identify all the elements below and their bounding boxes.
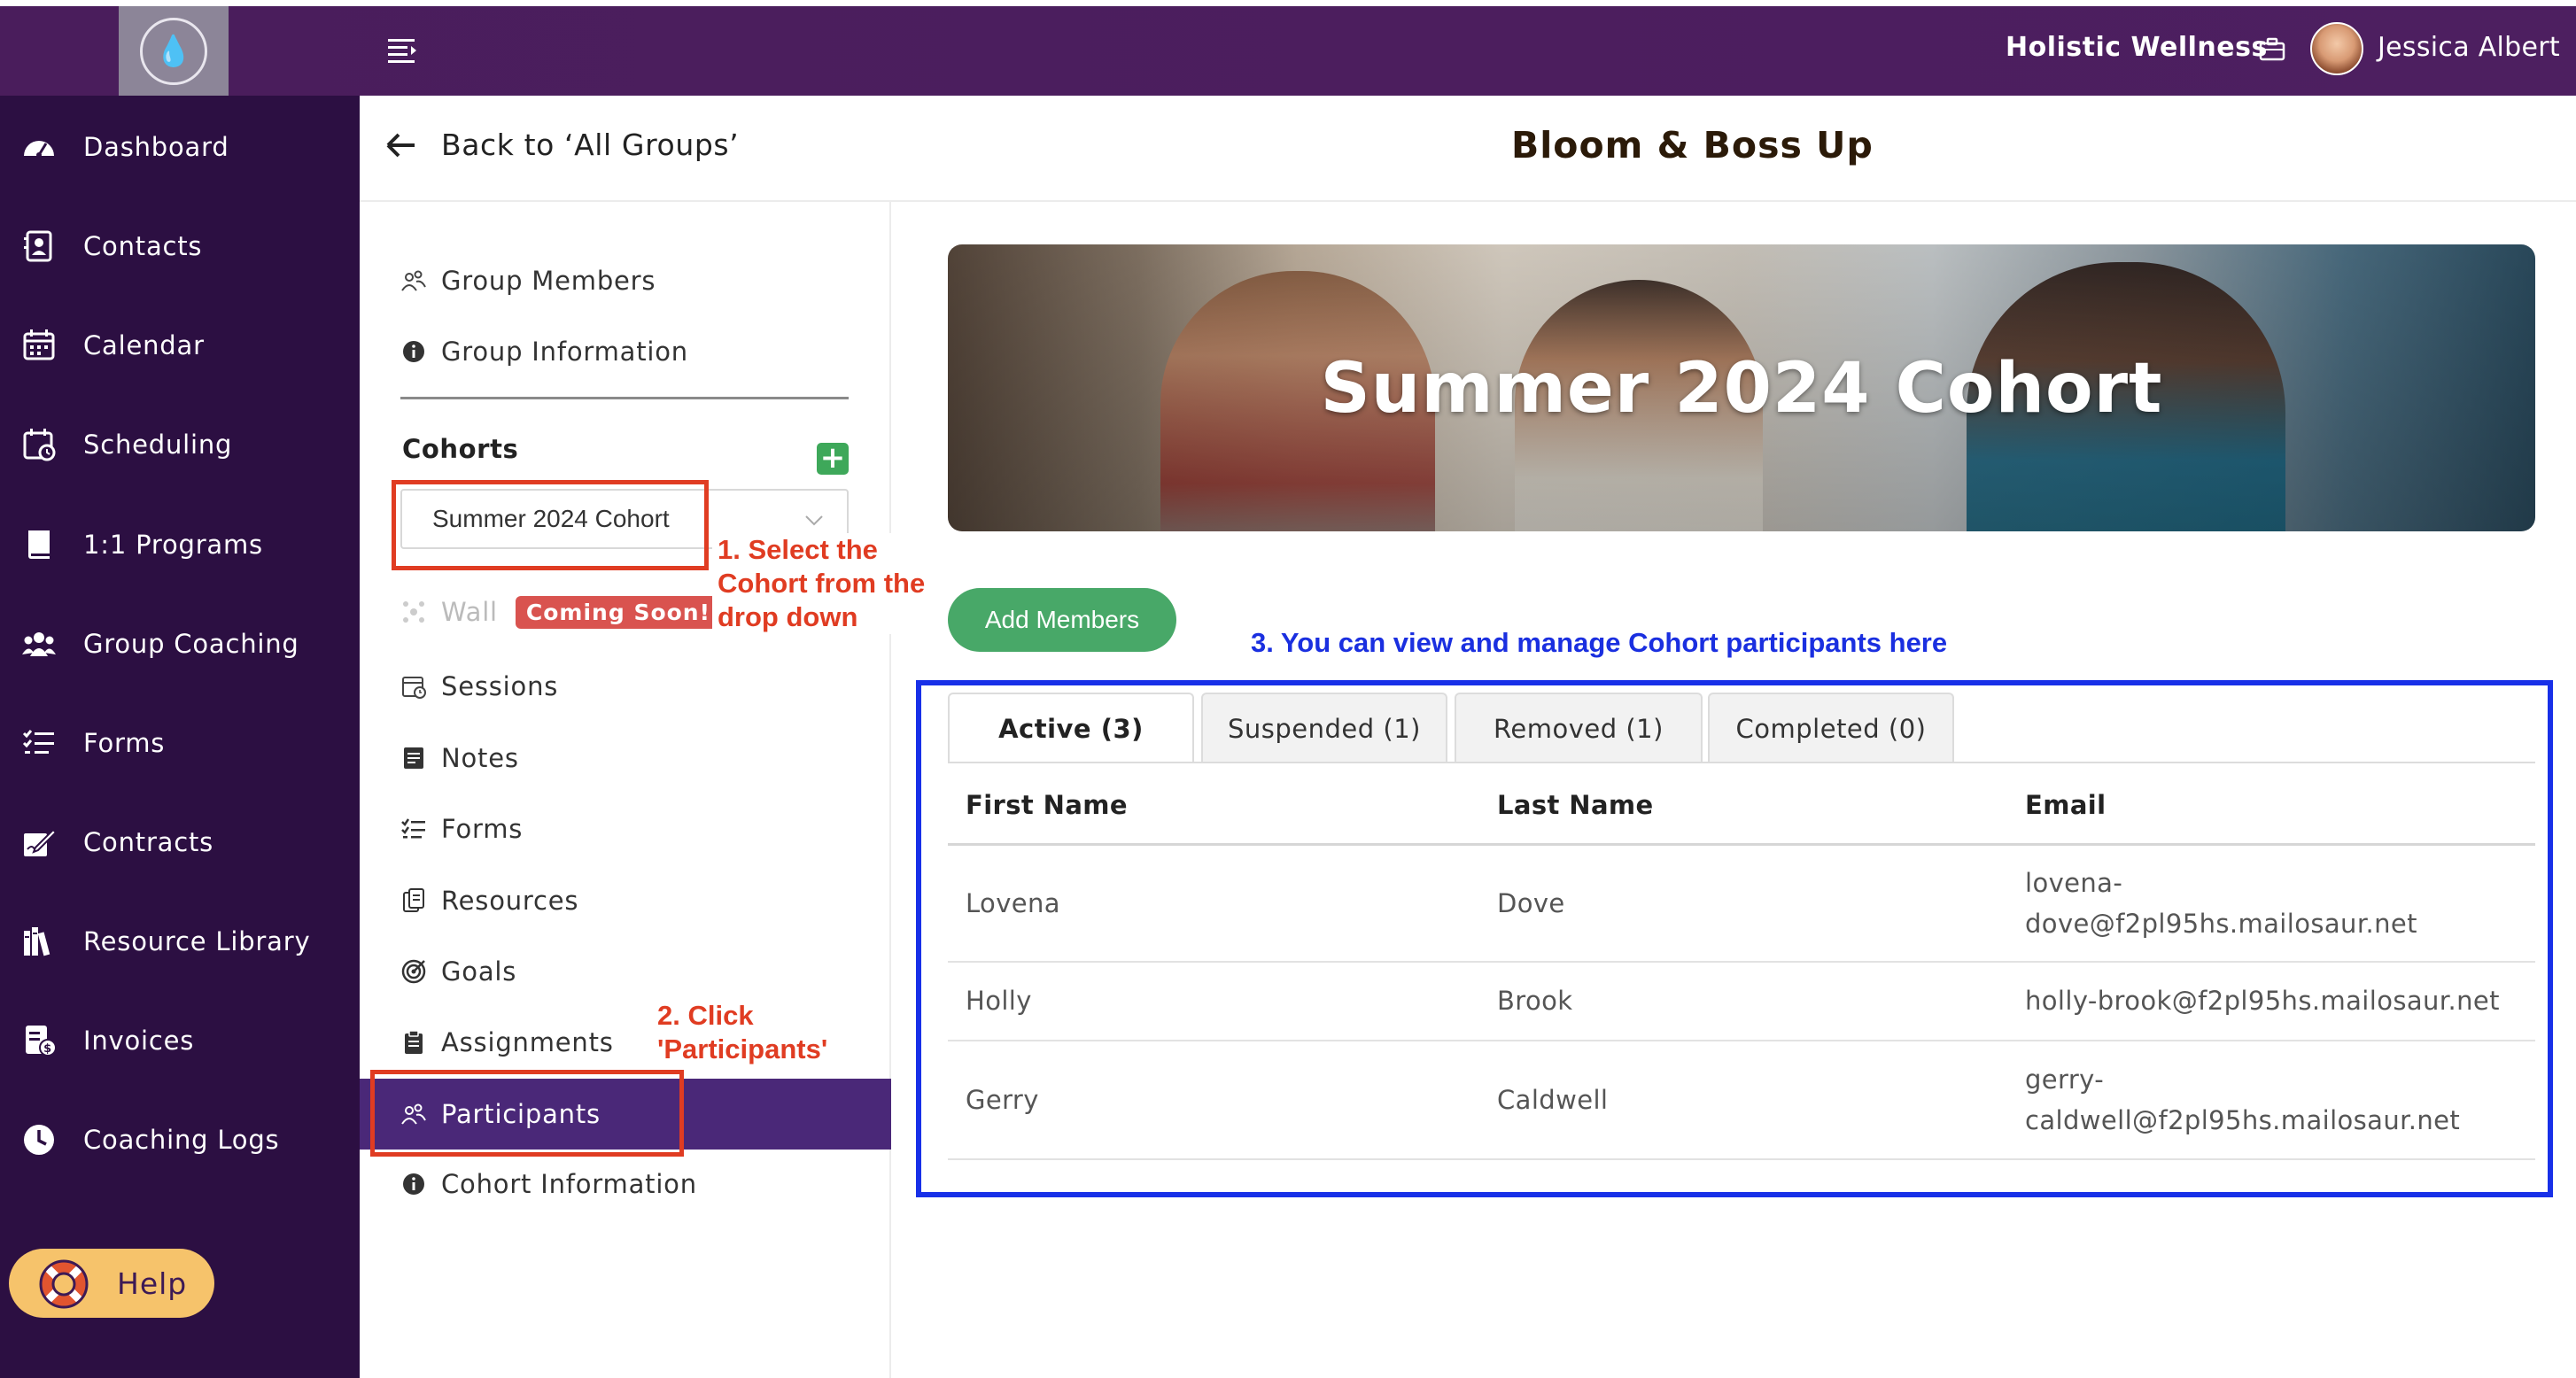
- menu-forms[interactable]: Forms: [400, 807, 523, 851]
- menu-resources[interactable]: Resources: [400, 879, 578, 923]
- banner-title: Summer 2024 Cohort: [1320, 349, 2163, 429]
- sidebar-item-resource-library[interactable]: Resource Library: [0, 910, 360, 972]
- sidebar-item-scheduling[interactable]: Scheduling: [0, 414, 360, 476]
- dashboard-icon: [24, 141, 54, 158]
- annotation-step-2: 2. Click 'Participants': [652, 999, 834, 1066]
- forms-icon: [22, 730, 54, 754]
- clock-icon: [24, 1125, 54, 1155]
- annotation-box-participants-table: [916, 680, 2553, 1197]
- sidebar-item-label: Contracts: [83, 827, 214, 857]
- wall-icon: [403, 601, 424, 623]
- coming-soon-badge: Coming Soon!: [515, 595, 721, 629]
- sidebar-item-invoices[interactable]: $ Invoices: [0, 1010, 360, 1072]
- briefcase-icon[interactable]: [2259, 37, 2285, 62]
- annotation-line: 'Participants': [657, 1034, 828, 1064]
- sidebar-item-calendar[interactable]: Calendar: [0, 314, 360, 376]
- menu-label: Goals: [441, 956, 517, 987]
- help-button[interactable]: Help: [9, 1249, 214, 1318]
- scheduling-icon: [23, 429, 56, 461]
- info-icon: [403, 341, 424, 362]
- contract-icon: [24, 828, 57, 856]
- add-members-button[interactable]: Add Members: [948, 588, 1176, 652]
- menu-label: Notes: [441, 743, 519, 773]
- sidebar-item-contacts[interactable]: Contacts: [0, 215, 360, 277]
- menu-toggle-icon[interactable]: [386, 35, 418, 66]
- sidebar-item-label: Calendar: [83, 330, 205, 360]
- sidebar-item-coaching-logs[interactable]: Coaching Logs: [0, 1109, 360, 1171]
- lifebuoy-icon: [39, 1259, 89, 1309]
- menu-group-information[interactable]: Group Information: [400, 329, 688, 374]
- annotation-line: Cohort from the: [718, 568, 926, 599]
- sidebar-item-programs[interactable]: 1:1 Programs: [0, 514, 360, 576]
- back-link-label: Back to ‘All Groups’: [441, 128, 740, 162]
- calendar-icon: [23, 329, 55, 360]
- menu-label: Assignments: [441, 1027, 614, 1057]
- checklist-icon: [401, 818, 425, 839]
- book-icon: [28, 530, 50, 559]
- sidebar-item-dashboard[interactable]: Dashboard: [0, 116, 360, 178]
- add-cohort-button[interactable]: +: [817, 443, 849, 475]
- sidebar-item-label: Contacts: [83, 231, 203, 261]
- sidebar-item-forms[interactable]: Forms: [0, 712, 360, 774]
- menu-label: Resources: [441, 886, 579, 916]
- logo-drop-icon: 💧: [140, 17, 207, 85]
- info-icon: [403, 1173, 424, 1195]
- organization-name[interactable]: Holistic Wellness: [2006, 32, 2268, 63]
- annotation-line: 2. Click: [657, 1000, 754, 1031]
- arrow-left-icon: [386, 133, 415, 157]
- sidebar-item-contracts[interactable]: Contracts: [0, 811, 360, 873]
- page-title: Bloom & Boss Up: [1511, 124, 1874, 166]
- menu-label: Group Members: [441, 266, 656, 296]
- sidebar-item-label: Coaching Logs: [83, 1125, 280, 1155]
- sidebar-item-group-coaching[interactable]: Group Coaching: [0, 613, 360, 675]
- cohort-banner: Summer 2024 Cohort: [948, 244, 2535, 531]
- menu-label: Cohort Information: [441, 1169, 697, 1199]
- sidebar-item-label: 1:1 Programs: [83, 530, 263, 560]
- menu-notes[interactable]: Notes: [400, 736, 519, 780]
- brand-logo[interactable]: 💧: [119, 6, 229, 96]
- annotation-box-cohort-select: [392, 480, 709, 570]
- annotation-step-1: 1. Select the Cohort from the drop down: [712, 533, 931, 634]
- svg-text:$: $: [43, 1042, 52, 1056]
- back-to-groups-link[interactable]: Back to ‘All Groups’: [384, 128, 739, 162]
- menu-sessions[interactable]: Sessions: [400, 664, 558, 708]
- sidebar-item-label: Forms: [83, 728, 166, 758]
- annotation-line: 1. Select the: [718, 534, 878, 565]
- target-icon: [401, 959, 426, 984]
- menu-divider: [400, 397, 849, 399]
- chevron-down-icon: [805, 515, 823, 526]
- user-name[interactable]: Jessica Albert: [2378, 32, 2560, 63]
- contacts-icon: [24, 230, 52, 262]
- library-icon: [24, 927, 50, 956]
- sidebar-item-label: Invoices: [83, 1026, 195, 1056]
- clipboard-icon: [405, 1030, 423, 1054]
- annotation-step-3: 3. You can view and manage Cohort partic…: [1251, 627, 1948, 658]
- menu-label: Wall: [441, 597, 498, 627]
- menu-wall: Wall Coming Soon!: [400, 590, 721, 634]
- help-label: Help: [117, 1266, 188, 1301]
- annotation-box-participants: [370, 1070, 684, 1157]
- menu-cohort-information[interactable]: Cohort Information: [400, 1162, 697, 1206]
- users-icon: [401, 270, 426, 291]
- top-edge: [0, 0, 2576, 6]
- notes-icon: [404, 747, 423, 769]
- user-avatar[interactable]: [2310, 22, 2363, 75]
- menu-group-members[interactable]: Group Members: [400, 259, 656, 303]
- sidebar-item-label: Dashboard: [83, 132, 229, 162]
- sidebar-item-label: Group Coaching: [83, 629, 299, 659]
- menu-goals[interactable]: Goals: [400, 949, 516, 994]
- group-icon: [22, 632, 56, 656]
- sidebar-item-label: Scheduling: [83, 430, 233, 460]
- cohorts-heading: Cohorts: [402, 434, 519, 464]
- sidebar-item-label: Resource Library: [83, 926, 311, 956]
- invoice-icon: $: [26, 1026, 57, 1057]
- menu-assignments[interactable]: Assignments: [400, 1020, 614, 1064]
- menu-label: Group Information: [441, 337, 688, 367]
- resources-icon: [403, 888, 424, 912]
- session-calendar-icon: [402, 677, 426, 699]
- annotation-line: drop down: [718, 601, 858, 632]
- menu-label: Sessions: [441, 671, 559, 701]
- menu-label: Forms: [441, 814, 524, 844]
